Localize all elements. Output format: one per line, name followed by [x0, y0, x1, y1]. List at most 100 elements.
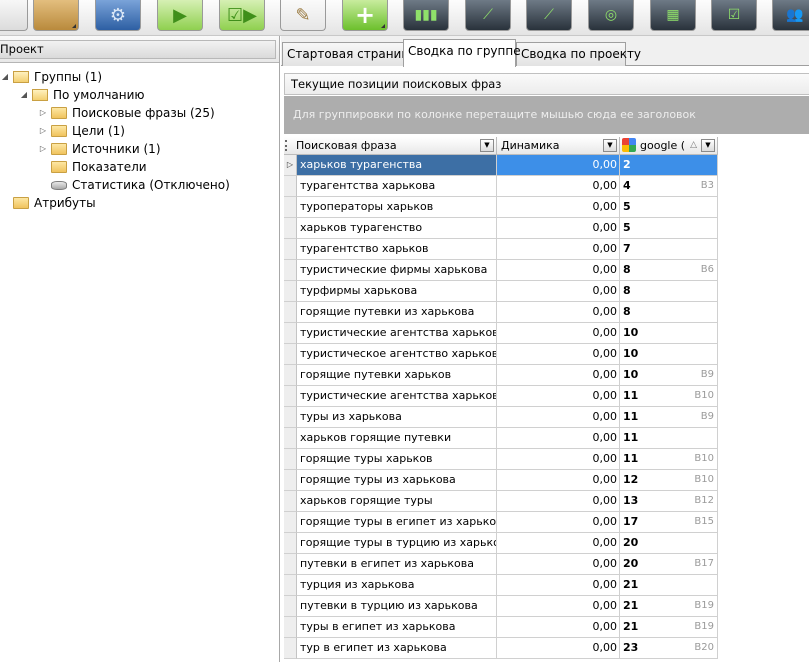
row-indicator[interactable] [284, 260, 297, 281]
report-trend-button[interactable]: ⟋ [526, 0, 572, 31]
cell-phrase[interactable]: туры в египет из харькова [297, 617, 497, 638]
cell-phrase[interactable]: харьков горящие путевки [297, 428, 497, 449]
table-row[interactable]: харьков горящие туры 0,00 13 B12 [284, 491, 718, 512]
column-header-phrase[interactable]: Поисковая фраза ▼ [284, 137, 497, 155]
cell-dynamics[interactable]: 0,00 [497, 176, 620, 197]
table-row[interactable]: горящие путевки из харькова 0,00 8 [284, 302, 718, 323]
tree-node[interactable]: ▷ Источники (1) [0, 140, 279, 158]
cell-google-position[interactable]: 20 [620, 533, 718, 554]
row-indicator[interactable] [284, 512, 297, 533]
row-indicator[interactable] [284, 491, 297, 512]
cell-phrase[interactable]: горящие путевки из харькова [297, 302, 497, 323]
cell-google-position[interactable]: 13 B12 [620, 491, 718, 512]
cell-google-position[interactable]: 7 [620, 239, 718, 260]
run-button[interactable]: ▶ [157, 0, 203, 31]
table-row[interactable]: туристические фирмы харькова 0,00 8 B6 [284, 260, 718, 281]
tree-node[interactable]: Статистика (Отключено) [0, 176, 279, 194]
cell-google-position[interactable]: 21 [620, 575, 718, 596]
table-row[interactable]: горящие туры в египет из харькова 0,00 17 B… [284, 512, 718, 533]
cell-google-position[interactable]: 11 B10 [620, 449, 718, 470]
table-row[interactable]: турфирмы харькова 0,00 8 [284, 281, 718, 302]
cell-phrase[interactable]: горящие туры харьков [297, 449, 497, 470]
tree-node[interactable]: ▷ Цели (1) [0, 122, 279, 140]
filter-dropdown-icon[interactable]: ▼ [701, 139, 715, 152]
cell-phrase[interactable]: тур в египет из харькова [297, 638, 497, 659]
cell-dynamics[interactable]: 0,00 [497, 638, 620, 659]
table-row[interactable]: туристические агентства харьков 0,00 10 [284, 323, 718, 344]
filter-dropdown-icon[interactable]: ▼ [480, 139, 494, 152]
column-chooser-icon[interactable] [285, 140, 289, 151]
cell-google-position[interactable]: 11 B9 [620, 407, 718, 428]
report-chart-button[interactable]: ▮▮▮ [403, 0, 449, 31]
column-header-google[interactable]: google ( △ ▼ [620, 137, 718, 155]
row-indicator[interactable] [284, 470, 297, 491]
table-row[interactable]: туристическое агентство харьков 0,00 10 [284, 344, 718, 365]
cell-phrase[interactable]: путевки в турцию из харькова [297, 596, 497, 617]
tree-node[interactable]: Атрибуты [0, 194, 279, 212]
table-row[interactable]: туры из харькова 0,00 11 B9 [284, 407, 718, 428]
tab-group-summary[interactable]: Сводка по группе [403, 39, 521, 67]
cell-google-position[interactable]: 21 B19 [620, 596, 718, 617]
cell-phrase[interactable]: харьков турагенства [297, 155, 497, 176]
tab-start-page[interactable]: Стартовая страница [282, 42, 417, 66]
tab-project-summary[interactable]: Сводка по проекту [516, 42, 641, 66]
table-row[interactable]: туроператоры харьков 0,00 5 [284, 197, 718, 218]
cell-dynamics[interactable]: 0,00 [497, 407, 620, 428]
table-row[interactable]: горящие туры в турцию из харькова 0,00 20 [284, 533, 718, 554]
run-checked-button[interactable]: ☑▶ [219, 0, 265, 31]
table-row[interactable]: турагентство харьков 0,00 7 [284, 239, 718, 260]
cell-dynamics[interactable]: 0,00 [497, 365, 620, 386]
cell-phrase[interactable]: туристические агентства харьков [297, 323, 497, 344]
row-indicator[interactable] [284, 386, 297, 407]
filter-dropdown-icon[interactable]: ▼ [603, 139, 617, 152]
cell-phrase[interactable]: турция из харькова [297, 575, 497, 596]
cell-dynamics[interactable]: 0,00 [497, 260, 620, 281]
cell-google-position[interactable]: 11 [620, 428, 718, 449]
expanded-arrow-icon[interactable]: ◢ [0, 68, 10, 86]
column-header-dynamics[interactable]: Динамика ▼ [497, 137, 620, 155]
table-row[interactable]: горящие путевки харьков 0,00 10 B9 [284, 365, 718, 386]
cell-dynamics[interactable]: 0,00 [497, 302, 620, 323]
cell-phrase[interactable]: горящие туры из харькова [297, 470, 497, 491]
cell-dynamics[interactable]: 0,00 [497, 491, 620, 512]
row-indicator[interactable] [284, 428, 297, 449]
edit-button[interactable]: ✎ [280, 0, 326, 31]
collapsed-arrow-icon[interactable]: ▷ [38, 122, 48, 140]
cell-google-position[interactable]: 23 B20 [620, 638, 718, 659]
row-indicator[interactable] [284, 302, 297, 323]
cell-google-position[interactable]: 12 B10 [620, 470, 718, 491]
row-indicator[interactable] [284, 449, 297, 470]
report-target-button[interactable]: ◎ [588, 0, 634, 31]
row-indicator[interactable] [284, 218, 297, 239]
row-indicator[interactable] [284, 323, 297, 344]
cell-phrase[interactable]: турагентство харьков [297, 239, 497, 260]
table-row[interactable]: тур в египет из харькова 0,00 23 B20 [284, 638, 718, 659]
tree-node[interactable]: ▷ Поисковые фразы (25) [0, 104, 279, 122]
row-indicator[interactable] [284, 281, 297, 302]
cell-google-position[interactable]: 17 B15 [620, 512, 718, 533]
cell-dynamics[interactable]: 0,00 [497, 323, 620, 344]
cell-google-position[interactable]: 20 B17 [620, 554, 718, 575]
table-row[interactable]: турагентства харькова 0,00 4 B3 [284, 176, 718, 197]
row-indicator[interactable] [284, 533, 297, 554]
cell-google-position[interactable]: 11 B10 [620, 386, 718, 407]
cell-dynamics[interactable]: 0,00 [497, 512, 620, 533]
cell-google-position[interactable]: 2 [620, 155, 718, 176]
users-button[interactable]: 👥 [772, 0, 809, 31]
collapsed-arrow-icon[interactable]: ▷ [38, 140, 48, 158]
cell-dynamics[interactable]: 0,00 [497, 197, 620, 218]
sort-ascending-icon[interactable]: △ [690, 137, 697, 154]
cell-phrase[interactable]: турфирмы харькова [297, 281, 497, 302]
cell-dynamics[interactable]: 0,00 [497, 281, 620, 302]
row-indicator[interactable]: ▷ [284, 155, 297, 176]
cell-google-position[interactable]: 8 [620, 302, 718, 323]
row-indicator[interactable] [284, 407, 297, 428]
cell-google-position[interactable]: 4 B3 [620, 176, 718, 197]
cell-dynamics[interactable]: 0,00 [497, 449, 620, 470]
cell-phrase[interactable]: горящие туры в турцию из харькова [297, 533, 497, 554]
cell-phrase[interactable]: харьков горящие туры [297, 491, 497, 512]
table-row[interactable]: харьков горящие путевки 0,00 11 [284, 428, 718, 449]
cell-google-position[interactable]: 5 [620, 218, 718, 239]
tree-node[interactable]: ◢ По умолчанию [0, 86, 279, 104]
cell-dynamics[interactable]: 0,00 [497, 470, 620, 491]
